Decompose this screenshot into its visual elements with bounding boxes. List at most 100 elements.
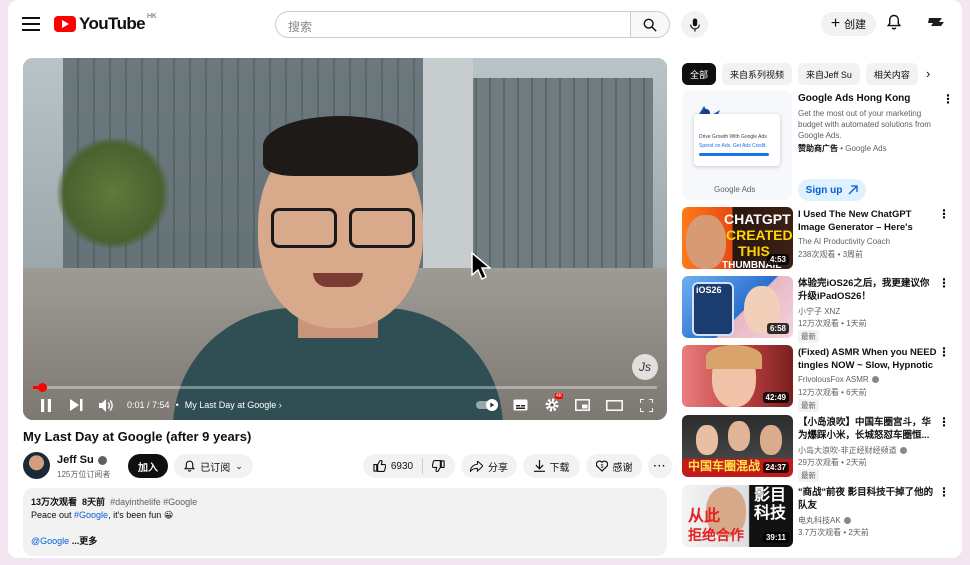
rec-more-icon[interactable]: ⋮	[938, 346, 950, 358]
player-controls: 0:01 / 7:54 • My Last Day at Google › 4K	[23, 392, 667, 418]
rec-more-icon[interactable]: ⋮	[938, 486, 950, 498]
rec-title: I Used The New ChatGPT Image Generator –…	[798, 209, 913, 233]
recommendation-item[interactable]: iOS26 6:58 体验完iOS26之后，我更建议你升级iPadOS26！ 小…	[682, 276, 952, 343]
download-button[interactable]: 下载	[523, 454, 580, 478]
chip-from-channel[interactable]: 来自Jeff Su	[798, 63, 860, 85]
thumbs-down-icon	[432, 460, 445, 472]
video-frame-building-right	[463, 78, 653, 288]
voice-search-button[interactable]	[681, 11, 708, 38]
download-icon	[533, 460, 545, 472]
description-text-end: , it's been fun 😀	[108, 510, 174, 520]
thumb-text: 影目	[754, 487, 787, 504]
chip-all[interactable]: 全部	[682, 63, 717, 85]
share-label: 分享	[488, 462, 508, 474]
subscribe-button[interactable]: 已订阅 ⌄	[174, 454, 253, 478]
autoplay-toggle[interactable]	[473, 392, 503, 418]
description-box[interactable]: 13万次观看 8天前 #dayinthelife #Google Peace o…	[23, 488, 667, 556]
sponsor-label: 赞助商广告	[798, 144, 838, 153]
verified-icon	[97, 455, 107, 465]
subscribe-label: 已订阅	[200, 462, 231, 474]
thumbs-up-icon	[373, 460, 386, 472]
mention-link[interactable]: @Google	[31, 536, 69, 546]
rec-more-icon[interactable]: ⋮	[938, 416, 950, 428]
chapter-title[interactable]: My Last Day at Google ›	[185, 400, 282, 410]
view-count: 13万次观看	[31, 497, 78, 507]
volume-button[interactable]	[93, 392, 119, 418]
youtube-logo[interactable]: YouTube HK	[54, 13, 157, 34]
hashtags[interactable]: #dayinthelife #Google	[110, 497, 197, 507]
ad-card[interactable]: Drive Growth With Google Ads Spend on Ad…	[682, 90, 954, 202]
chip-series[interactable]: 来自系列视频	[722, 63, 793, 85]
search-input[interactable]: 搜索	[275, 11, 630, 38]
channel-watermark[interactable]: Js	[632, 354, 658, 380]
miniplayer-icon	[574, 399, 590, 411]
rec-more-icon[interactable]: ⋮	[938, 277, 950, 289]
fullscreen-icon	[639, 398, 653, 412]
hashtag-link[interactable]: #Google	[74, 510, 108, 520]
new-badge: 最新	[798, 399, 819, 412]
youtube-play-icon	[54, 16, 76, 32]
gear-icon	[545, 398, 559, 412]
dislike-button[interactable]	[432, 460, 445, 472]
signup-label: Sign up	[805, 184, 843, 196]
account-logo-icon	[928, 18, 944, 26]
like-button[interactable]: 6930	[373, 460, 413, 472]
notifications-button[interactable]	[886, 14, 902, 35]
thanks-label: 感谢	[612, 462, 633, 474]
ad-more-icon[interactable]: ⋮	[942, 93, 954, 105]
autoplay-icon	[476, 399, 498, 411]
rec-channel: 小岛大浪吹-非正经财经频道	[798, 445, 907, 456]
time-display: 0:01 / 7:54	[127, 400, 170, 410]
thumb-text: THIS	[738, 243, 770, 259]
app-frame: YouTube HK 搜索 + 创建 Js 0:01 / 7:54 • My L…	[8, 0, 962, 558]
video-frame-glasses	[263, 208, 423, 248]
search-button[interactable]	[630, 11, 670, 38]
recommendation-item[interactable]: 影目 科技 从此 拒绝合作 39:11 "商战"前夜 影目科技干掉了他的队友 电…	[682, 485, 952, 549]
join-button[interactable]: 加入	[128, 454, 168, 478]
create-button[interactable]: + 创建	[821, 12, 876, 36]
search-bar: 搜索	[275, 11, 670, 38]
theater-mode-button[interactable]	[601, 392, 627, 418]
menu-icon[interactable]	[20, 14, 42, 34]
subscriber-count: 125万位订阅者	[57, 470, 111, 479]
super-thanks-icon: $	[595, 460, 608, 472]
channel-avatar[interactable]	[23, 452, 50, 479]
thumb-text: 从此	[688, 508, 721, 525]
show-more-link[interactable]: ...更多	[72, 536, 98, 546]
duration-badge: 6:58	[766, 323, 789, 334]
video-player[interactable]: Js 0:01 / 7:54 • My Last Day at Google ›	[23, 58, 667, 420]
rec-meta: 238次观看 • 3周前	[798, 250, 864, 259]
chevron-right-icon[interactable]: ›	[926, 66, 930, 81]
video-title: My Last Day at Google (after 9 years)	[23, 429, 252, 444]
fullscreen-button[interactable]	[633, 392, 659, 418]
rec-more-icon[interactable]: ⋮	[938, 208, 950, 220]
chip-related[interactable]: 相关内容	[865, 63, 918, 85]
channel-name[interactable]: Jeff Su	[57, 454, 107, 466]
rec-meta: 29万次观看 • 2天前	[798, 458, 867, 467]
rec-channel-name: 小岛大浪吹-非正经财经频道	[798, 446, 897, 455]
signup-button[interactable]: Sign up	[798, 179, 866, 201]
thumb-text: 拒绝合作	[688, 527, 744, 543]
captions-button[interactable]	[507, 392, 533, 418]
thumb-text: 科技	[754, 505, 787, 522]
miniplayer-button[interactable]	[569, 392, 595, 418]
thumbnail: iOS26 6:58	[682, 276, 793, 338]
progress-bar[interactable]	[33, 383, 657, 392]
recommendation-item[interactable]: 42:49 (Fixed) ASMR When you NEED tingles…	[682, 345, 952, 412]
settings-button[interactable]: 4K	[539, 392, 565, 418]
description-text: Peace out	[31, 510, 75, 520]
ad-text: Get the most out of your marketing budge…	[798, 109, 931, 140]
separator-dot: •	[175, 400, 179, 410]
pause-button[interactable]	[33, 392, 59, 418]
divider	[422, 458, 424, 474]
share-button[interactable]: 分享	[461, 454, 517, 478]
account-avatar[interactable]	[926, 13, 946, 33]
ad-title: Google Ads Hong Kong	[798, 93, 911, 104]
recommendation-item[interactable]: CHATGPT CREATED THIS THUMBNAIL 4:53 I Us…	[682, 207, 952, 271]
time-total: 7:54	[152, 400, 170, 410]
more-actions-button[interactable]: ···	[648, 454, 672, 478]
recommendation-item[interactable]: 中国车圈混战 24:37 【小岛浪吹】中国车圈宫斗，华为爆踩小米，长城怒怼车圈恒…	[682, 415, 952, 482]
next-button[interactable]	[63, 392, 89, 418]
thanks-button[interactable]: $ 感谢	[586, 454, 642, 478]
time-current: 0:01	[127, 400, 145, 410]
